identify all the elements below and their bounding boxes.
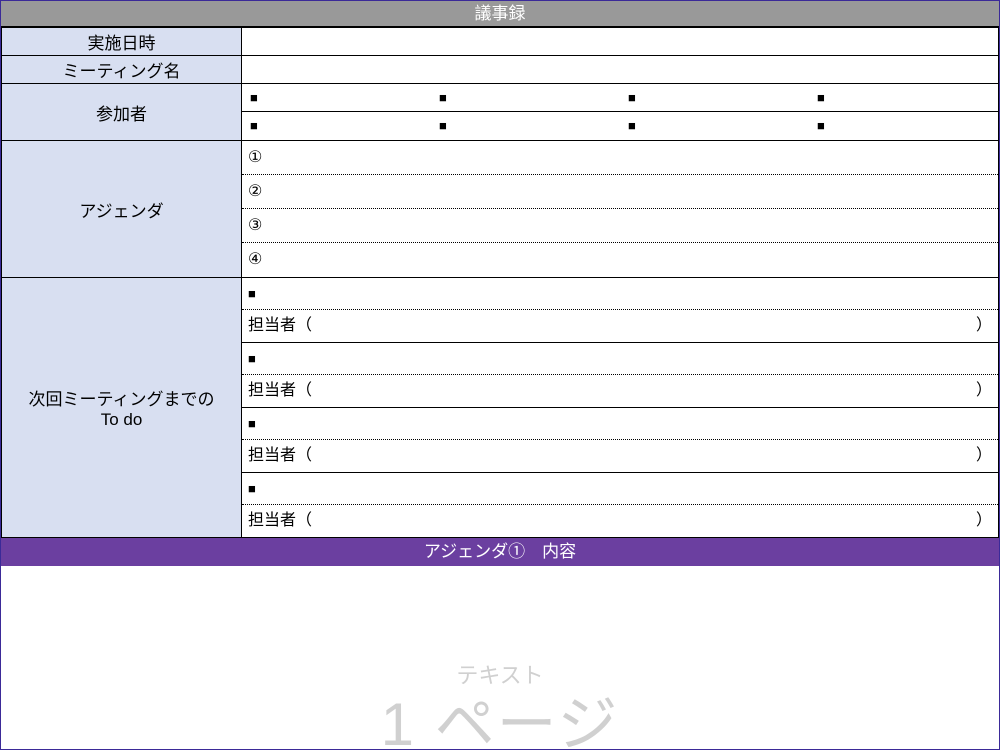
todo-block: ■ 担当者（ ） <box>242 343 998 408</box>
owner-label-close: ） <box>976 310 992 342</box>
label-meeting-name: ミーティング名 <box>2 56 242 84</box>
todo-block: ■ 担当者（ ） <box>242 278 998 343</box>
agenda-cell: ① ② ③ ④ <box>242 141 999 278</box>
todo-item[interactable]: ■ <box>242 473 998 505</box>
participant-slot[interactable]: ■ <box>809 84 998 112</box>
agenda-line-3[interactable]: ③ <box>242 209 998 243</box>
todo-block: ■ 担当者（ ） <box>242 408 998 473</box>
participants-grid: ■ ■ ■ ■ ■ ■ ■ ■ <box>242 84 998 140</box>
square-bullet-icon: ■ <box>248 416 256 431</box>
owner-label-close: ） <box>976 440 992 472</box>
minutes-template-page: 議事録 実施日時 ミーティング名 参加者 ■ ■ ■ ■ ■ ■ ■ <box>0 0 1000 750</box>
square-bullet-icon: ■ <box>628 118 636 133</box>
participant-slot[interactable]: ■ <box>431 112 620 140</box>
owner-label-open: 担当者（ <box>248 440 312 472</box>
agenda-1-section-bar: アジェンダ① 内容 <box>1 538 999 566</box>
participant-slot[interactable]: ■ <box>431 84 620 112</box>
square-bullet-icon: ■ <box>817 90 825 105</box>
owner-label-open: 担当者（ <box>248 310 312 342</box>
participant-slot[interactable]: ■ <box>620 84 809 112</box>
agenda-line-2[interactable]: ② <box>242 175 998 209</box>
square-bullet-icon: ■ <box>250 90 258 105</box>
value-meeting-name[interactable] <box>242 56 999 84</box>
todo-owner[interactable]: 担当者（ ） <box>242 440 998 472</box>
square-bullet-icon: ■ <box>248 481 256 496</box>
participant-slot[interactable]: ■ <box>809 112 998 140</box>
todo-cell: ■ 担当者（ ） ■ 担当者（ ） ■ 担当者（ ） ■ 担当者（ ） <box>242 278 999 538</box>
label-participants: 参加者 <box>2 84 242 141</box>
participant-slot[interactable]: ■ <box>242 112 431 140</box>
square-bullet-icon: ■ <box>817 118 825 133</box>
label-todo: 次回ミーティングまでの To do <box>2 278 242 538</box>
label-date: 実施日時 <box>2 28 242 56</box>
todo-block: ■ 担当者（ ） <box>242 473 998 537</box>
todo-owner[interactable]: 担当者（ ） <box>242 505 998 537</box>
title-bar: 議事録 <box>1 1 999 27</box>
agenda-line-4[interactable]: ④ <box>242 243 998 277</box>
metadata-table: 実施日時 ミーティング名 参加者 ■ ■ ■ ■ ■ ■ ■ ■ <box>1 27 999 538</box>
owner-label-close: ） <box>976 505 992 537</box>
square-bullet-icon: ■ <box>250 118 258 133</box>
square-bullet-icon: ■ <box>248 286 256 301</box>
square-bullet-icon: ■ <box>628 90 636 105</box>
owner-label-close: ） <box>976 375 992 407</box>
todo-item[interactable]: ■ <box>242 343 998 375</box>
owner-label-open: 担当者（ <box>248 375 312 407</box>
label-agenda: アジェンダ <box>2 141 242 278</box>
content-area[interactable]: テキスト 1 ページ <box>1 566 999 726</box>
value-date[interactable] <box>242 28 999 56</box>
square-bullet-icon: ■ <box>439 90 447 105</box>
participant-slot[interactable]: ■ <box>620 112 809 140</box>
todo-owner[interactable]: 担当者（ ） <box>242 375 998 407</box>
todo-item[interactable]: ■ <box>242 278 998 310</box>
todo-item[interactable]: ■ <box>242 408 998 440</box>
square-bullet-icon: ■ <box>248 351 256 366</box>
square-bullet-icon: ■ <box>439 118 447 133</box>
participants-cell: ■ ■ ■ ■ ■ ■ ■ ■ <box>242 84 999 141</box>
owner-label-open: 担当者（ <box>248 505 312 537</box>
participant-slot[interactable]: ■ <box>242 84 431 112</box>
watermark-page-number: 1 ページ <box>381 676 620 750</box>
agenda-line-1[interactable]: ① <box>242 141 998 175</box>
todo-owner[interactable]: 担当者（ ） <box>242 310 998 342</box>
